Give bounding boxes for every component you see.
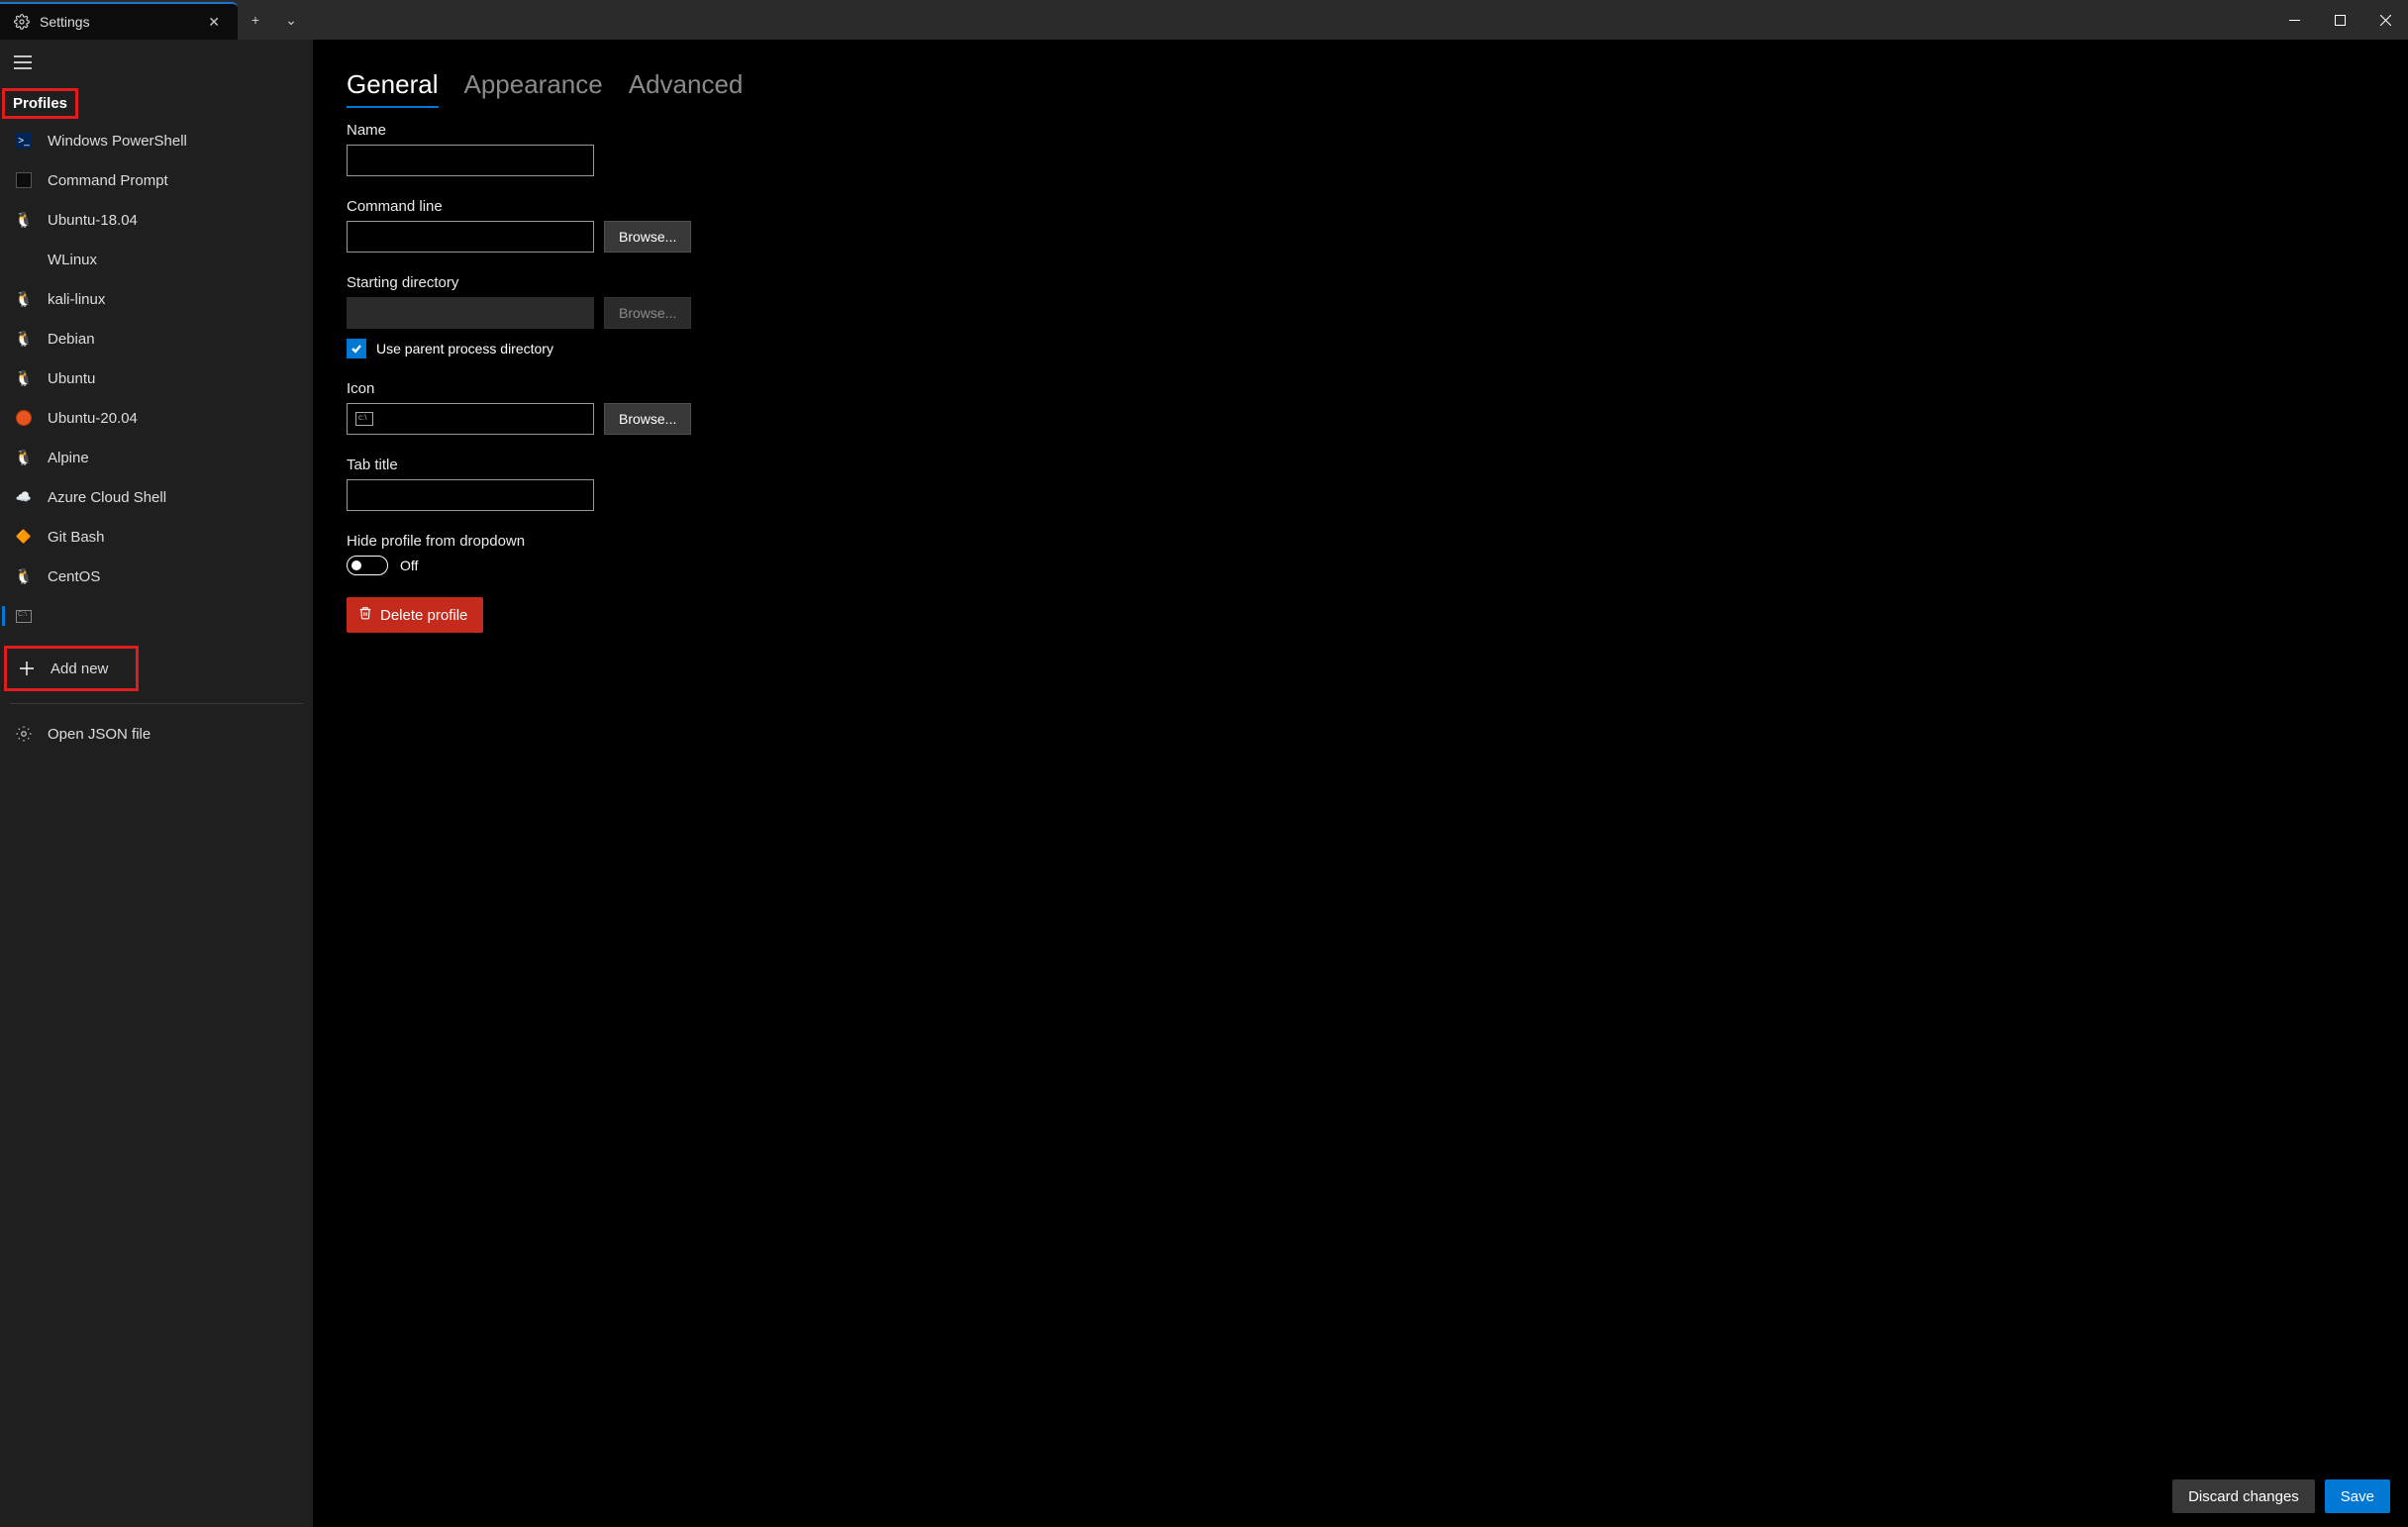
minimize-button[interactable] — [2271, 0, 2317, 40]
window-controls — [2271, 0, 2408, 40]
sidebar-item-profile[interactable]: 🐧 Alpine — [0, 438, 313, 477]
pivot-general[interactable]: General — [347, 69, 439, 108]
add-new-label: Add new — [50, 661, 108, 677]
sidebar-item-profile[interactable]: 🐧 kali-linux — [0, 279, 313, 319]
save-button[interactable]: Save — [2325, 1479, 2390, 1513]
discard-button[interactable]: Discard changes — [2172, 1479, 2315, 1513]
sidebar-item-profile[interactable]: Command Prompt — [0, 160, 313, 200]
icon-browse-button[interactable]: Browse... — [604, 403, 691, 435]
profile-icon: ☁️ — [14, 487, 34, 507]
hideprofile-toggle[interactable] — [347, 556, 388, 575]
profile-label: Command Prompt — [48, 172, 168, 189]
pivot-appearance[interactable]: Appearance — [464, 69, 603, 108]
profile-icon: 🐧 — [14, 289, 34, 309]
close-button[interactable] — [2362, 0, 2408, 40]
tab-settings[interactable]: Settings ✕ — [0, 2, 238, 40]
sidebar-item-profile[interactable]: WLinux — [0, 240, 313, 279]
name-input[interactable] — [347, 145, 594, 176]
hideprofile-label: Hide profile from dropdown — [347, 533, 2374, 550]
profile-icon — [14, 170, 34, 190]
profile-label: Ubuntu — [48, 370, 95, 387]
maximize-button[interactable] — [2317, 0, 2362, 40]
tabtitle-label: Tab title — [347, 457, 2374, 473]
tab-dropdown-button[interactable]: ⌄ — [273, 12, 309, 29]
commandline-browse-button[interactable]: Browse... — [604, 221, 691, 253]
sidebar-item-profile[interactable]: Ubuntu-20.04 — [0, 398, 313, 438]
sidebar-item-profile[interactable]: 🐧 Debian — [0, 319, 313, 358]
gear-icon — [14, 724, 34, 744]
tab-close-button[interactable]: ✕ — [204, 10, 224, 35]
commandline-label: Command line — [347, 198, 2374, 215]
hideprofile-state: Off — [400, 558, 418, 573]
hamburger-button[interactable] — [0, 40, 313, 82]
profile-icon: 🔶 — [14, 527, 34, 547]
sidebar: Profiles >_ Windows PowerShell Command Pro… — [0, 40, 313, 1527]
terminal-icon: C:\ — [14, 606, 34, 626]
profile-icon: 🐧 — [14, 448, 34, 467]
icon-input[interactable]: c:\ — [347, 403, 594, 435]
profile-label: kali-linux — [48, 291, 105, 308]
sidebar-item-profile[interactable]: 🐧 Ubuntu — [0, 358, 313, 398]
sidebar-item-new-profile[interactable]: C:\ — [0, 596, 313, 636]
content-area: General Appearance Advanced Name Command… — [313, 40, 2408, 1527]
sidebar-scroll[interactable]: Profiles >_ Windows PowerShell Command Pro… — [0, 82, 313, 1527]
open-json-button[interactable]: Open JSON file — [0, 712, 313, 756]
sidebar-item-profile[interactable]: ☁️ Azure Cloud Shell — [0, 477, 313, 517]
delete-profile-button[interactable]: Delete profile — [347, 597, 483, 633]
plus-icon — [17, 659, 37, 678]
profile-label: Git Bash — [48, 529, 105, 546]
tab-title: Settings — [40, 14, 194, 30]
pivot-advanced[interactable]: Advanced — [629, 69, 744, 108]
sidebar-divider — [10, 703, 303, 704]
profile-label: Windows PowerShell — [48, 133, 187, 150]
title-bar: Settings ✕ + ⌄ — [0, 0, 2408, 40]
profile-label: Azure Cloud Shell — [48, 489, 166, 506]
startingdir-browse-button: Browse... — [604, 297, 691, 329]
profile-label: Alpine — [48, 450, 89, 466]
sidebar-item-profile[interactable]: 🐧 Ubuntu-18.04 — [0, 200, 313, 240]
profile-icon: 🐧 — [14, 566, 34, 586]
content-scroll[interactable]: General Appearance Advanced Name Command… — [313, 40, 2408, 1527]
sidebar-section-profiles: Profiles — [13, 95, 67, 112]
highlight-add-new: Add new — [4, 646, 139, 691]
profile-label: Ubuntu-18.04 — [48, 212, 138, 229]
new-tab-button[interactable]: + — [238, 12, 273, 28]
icon-label: Icon — [347, 380, 2374, 397]
tab-actions: + ⌄ — [238, 0, 309, 40]
tabtitle-input[interactable] — [347, 479, 594, 511]
use-parent-label: Use parent process directory — [376, 341, 553, 356]
startingdir-label: Starting directory — [347, 274, 2374, 291]
profile-icon — [14, 250, 34, 269]
tab-strip: Settings ✕ — [0, 0, 238, 40]
footer: Discard changes Save — [313, 1466, 2408, 1527]
delete-profile-label: Delete profile — [380, 607, 467, 624]
app-window: Settings ✕ + ⌄ — [0, 0, 2408, 1527]
profile-icon: >_ — [14, 131, 34, 151]
add-new-button[interactable]: Add new — [7, 649, 136, 688]
profile-icon: 🐧 — [14, 329, 34, 349]
app-body: Profiles >_ Windows PowerShell Command Pro… — [0, 40, 2408, 1527]
highlight-profiles: Profiles — [2, 88, 78, 119]
use-parent-checkbox[interactable] — [347, 339, 366, 358]
sidebar-item-profile[interactable]: 🐧 CentOS — [0, 557, 313, 596]
profile-label: WLinux — [48, 252, 97, 268]
sidebar-item-profile[interactable]: >_ Windows PowerShell — [0, 121, 313, 160]
profile-icon — [14, 408, 34, 428]
startingdir-input — [347, 297, 594, 329]
profile-label: Ubuntu-20.04 — [48, 410, 138, 427]
profile-icon: 🐧 — [14, 368, 34, 388]
commandline-input[interactable] — [347, 221, 594, 253]
pivot-tabs: General Appearance Advanced — [347, 69, 2374, 108]
profile-label: Debian — [48, 331, 95, 348]
name-label: Name — [347, 122, 2374, 139]
profile-list: >_ Windows PowerShell Command Prompt 🐧 Ubunt… — [0, 121, 313, 596]
sidebar-item-profile[interactable]: 🔶 Git Bash — [0, 517, 313, 557]
open-json-label: Open JSON file — [48, 726, 150, 743]
gear-icon — [14, 14, 30, 30]
trash-icon — [358, 606, 372, 624]
icon-preview-icon: c:\ — [355, 412, 373, 426]
profile-label: CentOS — [48, 568, 100, 585]
profile-icon: 🐧 — [14, 210, 34, 230]
